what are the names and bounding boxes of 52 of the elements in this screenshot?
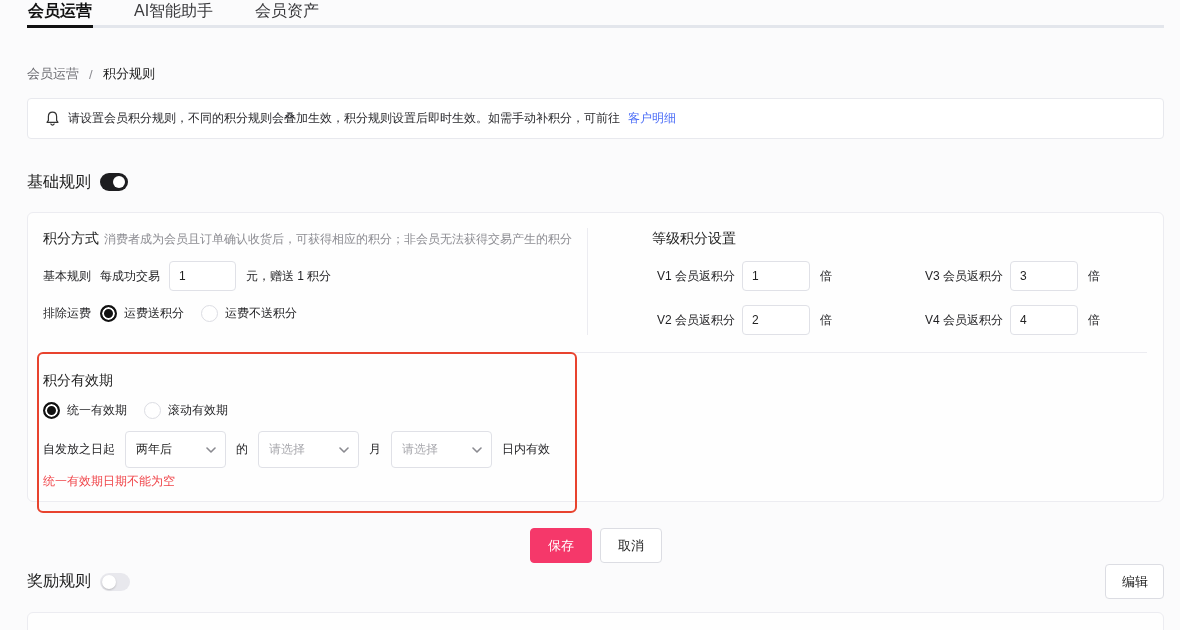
field-label: 月 <box>369 441 381 458</box>
save-button[interactable]: 保存 <box>529 528 592 563</box>
edit-button[interactable]: 编辑 <box>1105 564 1164 599</box>
input-field[interactable]: 1 <box>169 261 236 291</box>
group-description: 消费者成为会员且订单确认收货后，可获得相应的积分；非会员无法获得交易产生的积分 <box>104 231 572 248</box>
field-label: 的 <box>236 441 248 458</box>
notice-text: 请设置会员积分规则，不同的积分规则会叠加生效，积分规则设置后即时生效。如需手动补积分，可前往 <box>68 110 620 127</box>
group-title: 积分方式 <box>43 229 99 248</box>
input-field[interactable]: 2 <box>742 305 810 335</box>
section-title: 奖励规则 <box>27 571 91 591</box>
field-label: 基本规则 <box>43 267 91 285</box>
breadcrumb-separator: / <box>89 66 93 82</box>
unit-label: 倍 <box>820 267 832 285</box>
nav-tab[interactable]: AI智能助手 <box>133 0 215 28</box>
unit-label: 倍 <box>1088 311 1100 329</box>
cancel-button[interactable]: 取消 <box>599 528 662 563</box>
radio-button[interactable] <box>43 401 60 419</box>
field-label: V1 会员返积分 <box>657 267 735 285</box>
error-message: 统一有效期日期不能为空 <box>43 474 176 488</box>
field-label: 每成功交易 <box>100 267 160 285</box>
radio-label: 运费送积分 <box>124 304 184 322</box>
breadcrumb-item[interactable]: 会员运营 <box>27 65 79 83</box>
unit-label: 倍 <box>820 311 832 329</box>
radio-label: 滚动有效期 <box>168 401 228 419</box>
input-field[interactable]: 3 <box>1010 261 1078 291</box>
field-label: V4 会员返积分 <box>925 311 1003 329</box>
caret-icon <box>472 446 482 453</box>
input-field[interactable]: 4 <box>1010 305 1078 335</box>
field-label: V2 会员返积分 <box>657 311 735 329</box>
radio-button[interactable] <box>100 304 117 322</box>
nav-tab[interactable]: 会员资产 <box>254 0 321 28</box>
nav-tab[interactable]: 会员运营 <box>27 0 93 28</box>
section-title: 基础规则 <box>27 171 91 192</box>
caret-icon <box>339 446 349 453</box>
radio-label: 统一有效期 <box>67 401 127 419</box>
group-title: 积分有效期 <box>43 371 113 390</box>
customer-details-link[interactable]: 客户明细 <box>628 110 676 127</box>
field-label: 日内有效 <box>502 441 550 458</box>
caret-icon <box>206 446 216 453</box>
group-title: 等级积分设置 <box>652 229 736 248</box>
breadcrumb-item: 积分规则 <box>102 65 155 83</box>
radio-label: 运费不送积分 <box>225 304 297 322</box>
input-field[interactable]: 1 <box>742 261 810 291</box>
field-label: 排除运费 <box>43 304 91 322</box>
field-label: 自发放之日起 <box>43 441 115 458</box>
unit-label: 倍 <box>1088 267 1100 285</box>
bell-icon <box>46 111 59 126</box>
field-label: V3 会员返积分 <box>925 267 1003 285</box>
select-field[interactable]: 两年后 <box>125 431 226 468</box>
unit-label: 元，赠送 1 积分 <box>246 267 332 285</box>
toggle-switch[interactable] <box>100 572 130 591</box>
toggle-switch[interactable] <box>100 173 128 191</box>
